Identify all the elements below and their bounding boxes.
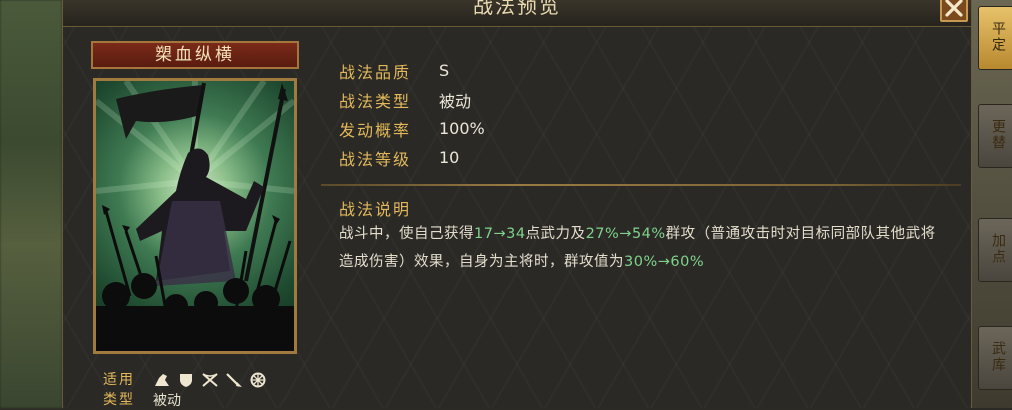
description-title: 战法说明 xyxy=(339,200,412,219)
section-divider xyxy=(321,184,961,186)
skill-card-art xyxy=(93,78,297,354)
siege-icon xyxy=(250,372,266,388)
side-tab-2[interactable]: 更替 xyxy=(978,104,1012,168)
description-text: 战斗中，使自己获得 xyxy=(339,226,474,242)
side-tab-label: 加点 xyxy=(990,233,1006,265)
stat-row-probability: 发动概率 100% xyxy=(339,114,485,143)
stat-value: S xyxy=(439,61,450,80)
side-tab-1[interactable]: 平定 xyxy=(978,6,1012,70)
description-highlight: 27%→54% xyxy=(585,226,666,242)
description-highlight: 17→34 xyxy=(474,226,526,242)
side-tab-label: 更替 xyxy=(990,119,1006,151)
skill-preview-modal: 战法预览 槊血纵横 适用类型 被动 战法品质 S 战法类型 被动 发动概率 10… xyxy=(62,0,972,409)
stat-label: 战法类型 xyxy=(339,91,412,111)
side-tab-label: 平定 xyxy=(990,21,1006,53)
side-tab-4[interactable]: 武库 xyxy=(978,326,1012,390)
applicable-type-label: 适用类型 xyxy=(103,372,135,408)
spear-icon xyxy=(226,373,242,387)
archer-icon xyxy=(202,373,218,387)
close-icon xyxy=(945,0,963,17)
stat-value: 10 xyxy=(439,148,460,167)
stat-value: 100% xyxy=(439,119,485,138)
shield-icon xyxy=(180,374,192,387)
close-button[interactable] xyxy=(940,0,968,22)
stat-label: 战法等级 xyxy=(339,149,412,169)
stat-value: 被动 xyxy=(439,91,472,111)
stat-row-level: 战法等级 10 xyxy=(339,143,485,172)
warrior-illustration-icon xyxy=(96,81,294,351)
skill-description: 战斗中，使自己获得17→34点武力及27%→54%群攻（普通攻击时对目标同部队其… xyxy=(339,220,945,276)
stat-label: 发动概率 xyxy=(339,120,412,140)
description-text: 点武力及 xyxy=(525,226,586,242)
skill-stats: 战法品质 S 战法类型 被动 发动概率 100% 战法等级 10 xyxy=(339,56,485,172)
stat-row-type: 战法类型 被动 xyxy=(339,85,485,114)
applicable-type-value: 被动 xyxy=(153,393,181,409)
stat-row-quality: 战法品质 S xyxy=(339,56,485,85)
background-scenery xyxy=(0,0,62,408)
modal-title: 战法预览 xyxy=(473,0,561,18)
unit-type-icons xyxy=(153,372,267,388)
cavalry-icon xyxy=(155,374,169,386)
stat-label: 战法品质 xyxy=(339,62,412,82)
side-tab-label: 武库 xyxy=(990,341,1006,373)
modal-header: 战法预览 xyxy=(63,0,971,27)
side-tab-3[interactable]: 加点 xyxy=(978,218,1012,282)
description-highlight: 30%→60% xyxy=(624,254,705,270)
skill-name-banner: 槊血纵横 xyxy=(91,41,299,69)
